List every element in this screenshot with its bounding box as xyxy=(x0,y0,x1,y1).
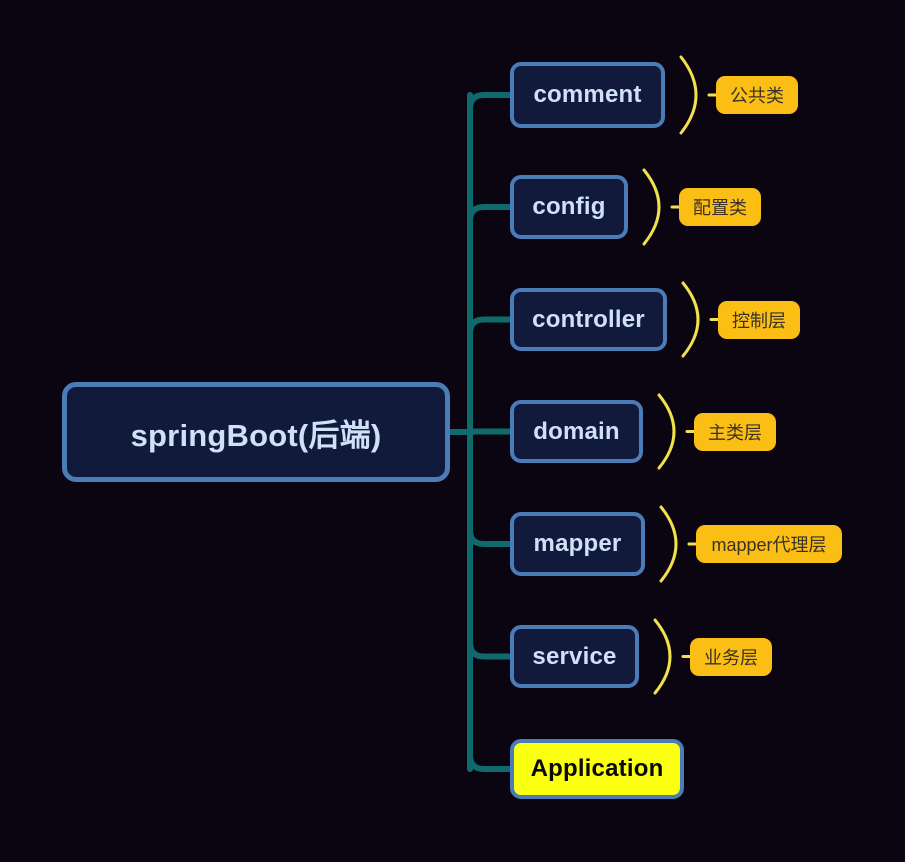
branch-node-application[interactable]: Application xyxy=(510,739,684,799)
root-node[interactable]: springBoot(后端) xyxy=(62,382,450,482)
tag-label: 业务层 xyxy=(704,647,758,668)
branch-node-mapper[interactable]: mapper xyxy=(510,512,645,576)
branch-node-label: mapper xyxy=(533,530,622,557)
branch-node-service[interactable]: service xyxy=(510,625,639,688)
tag-label: 主类层 xyxy=(708,422,762,443)
tag-comment[interactable]: 公共类 xyxy=(716,76,798,114)
branch-node-comment[interactable]: comment xyxy=(510,62,665,128)
branch-node-label: domain xyxy=(533,417,620,445)
tag-controller[interactable]: 控制层 xyxy=(718,300,800,339)
branch-node-domain[interactable]: domain xyxy=(510,400,643,463)
branch-node-label: Application xyxy=(530,755,664,782)
branch-node-controller[interactable]: controller xyxy=(510,288,667,351)
branch-node-label: config xyxy=(532,193,606,220)
tag-domain[interactable]: 主类层 xyxy=(694,412,776,451)
tag-label: mapper代理层 xyxy=(711,535,827,555)
tag-config[interactable]: 配置类 xyxy=(679,188,761,226)
tag-mapper[interactable]: mapper代理层 xyxy=(696,525,842,563)
tag-label: 配置类 xyxy=(693,198,747,218)
branch-node-label: comment xyxy=(533,81,642,108)
tag-label: 公共类 xyxy=(730,86,784,106)
tag-label: 控制层 xyxy=(732,310,786,331)
branch-node-label: controller xyxy=(532,305,645,333)
root-node-label: springBoot(后端) xyxy=(130,417,382,453)
branch-node-label: service xyxy=(532,642,617,670)
tag-service[interactable]: 业务层 xyxy=(690,637,772,676)
branch-node-config[interactable]: config xyxy=(510,175,628,239)
mindmap-canvas: springBoot(后端) comment 公共类 config 配置类 control… xyxy=(0,0,905,862)
